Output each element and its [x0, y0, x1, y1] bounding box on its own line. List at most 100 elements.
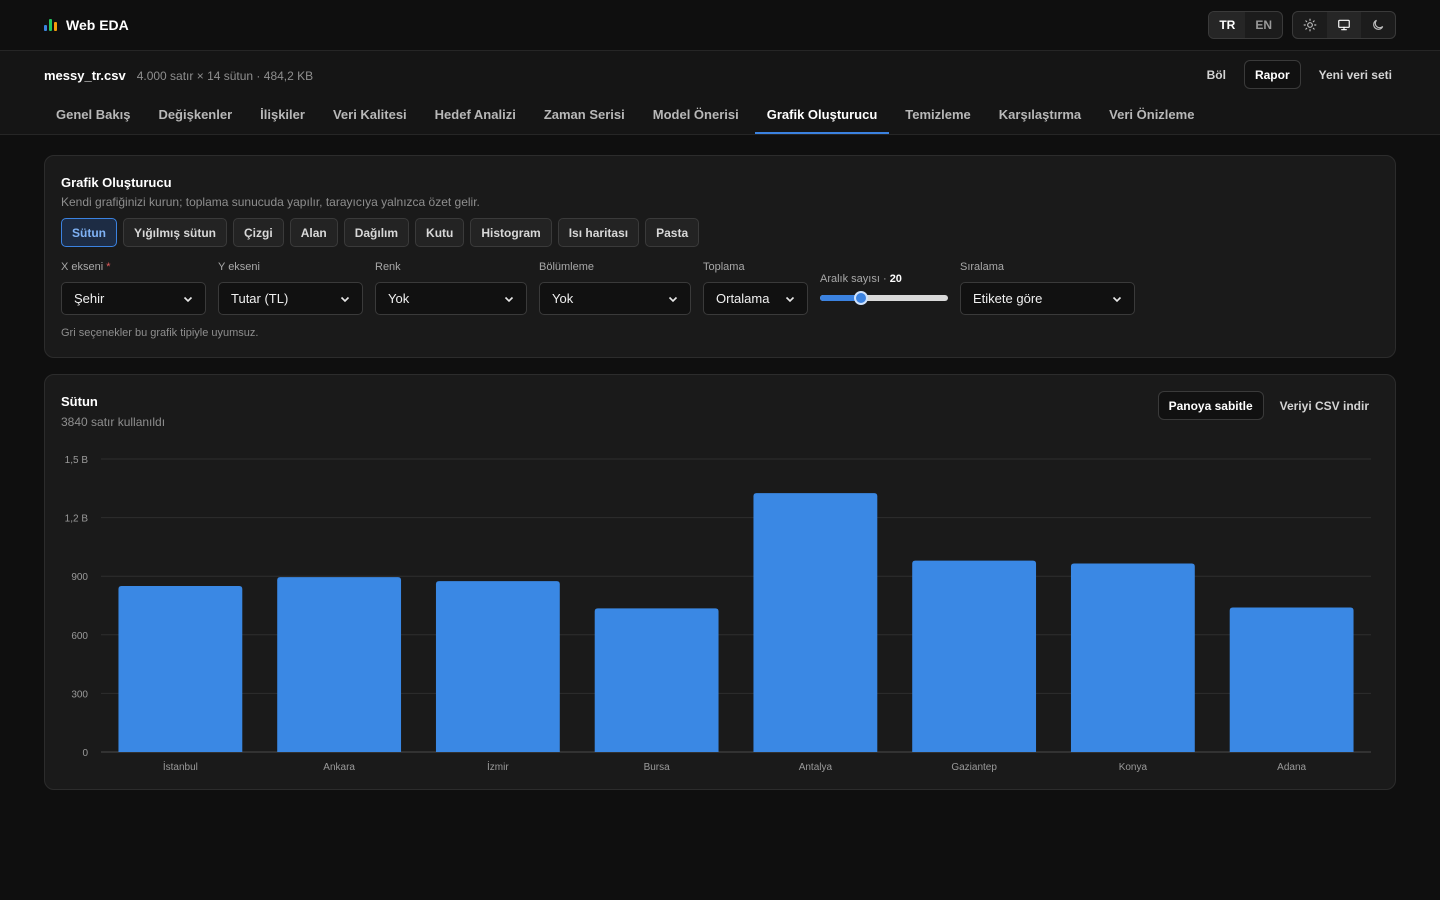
bar: [912, 560, 1037, 752]
new-dataset-button[interactable]: Yeni veri seti: [1315, 68, 1396, 82]
language-switcher: TR EN: [1208, 11, 1283, 39]
tab-data-preview[interactable]: Veri Önizleme: [1097, 96, 1206, 134]
bins-slider-fill: [820, 295, 859, 301]
tab-chart-builder[interactable]: Grafik Oluşturucu: [754, 96, 890, 134]
x-axis-select[interactable]: Şehir: [61, 282, 206, 315]
bar: [753, 493, 878, 752]
tab-model-suggestion[interactable]: Model Önerisi: [641, 96, 751, 134]
sort-control: Sıralama Etikete göre: [960, 261, 1135, 315]
tab-variables[interactable]: Değişkenler: [146, 96, 244, 134]
compatibility-note: Gri seçenekler bu grafik tipiyle uyumsuz…: [61, 327, 259, 339]
tab-time-series[interactable]: Zaman Serisi: [532, 96, 637, 134]
x-tick-label: Konya: [1119, 762, 1148, 773]
color-label: Renk: [375, 261, 401, 273]
y-tick-label: 0: [82, 748, 88, 759]
tab-data-quality[interactable]: Veri Kalitesi: [321, 96, 419, 134]
bins-slider-handle[interactable]: [854, 291, 869, 305]
x-tick-label: İzmir: [487, 760, 509, 773]
sort-label: Sıralama: [960, 261, 1005, 273]
brand[interactable]: Web EDA: [44, 17, 129, 33]
type-stacked-bar-button[interactable]: Yığılmış sütun: [123, 218, 228, 247]
y-tick-label: 1,2 B: [65, 514, 89, 525]
download-csv-button[interactable]: Veriyi CSV indir: [1270, 399, 1379, 413]
theme-switcher: [1292, 11, 1396, 39]
chevron-down-icon: [785, 296, 795, 302]
tab-target-analysis[interactable]: Hedef Analizi: [423, 96, 528, 134]
type-bar-button[interactable]: Sütun: [61, 218, 117, 247]
theme-system-button[interactable]: [1327, 12, 1361, 38]
aggregation-select[interactable]: Ortalama: [703, 282, 808, 315]
file-info: messy_tr.csv 4.000 satır × 14 sütun · 48…: [44, 68, 313, 83]
report-button[interactable]: Rapor: [1243, 60, 1301, 89]
bar: [118, 585, 243, 752]
app-title: Web EDA: [66, 17, 129, 33]
tab-overview[interactable]: Genel Bakış: [44, 96, 142, 134]
main-tabs: Genel Bakış Değişkenler İlişkiler Veri K…: [44, 96, 1210, 134]
type-box-button[interactable]: Kutu: [415, 218, 465, 247]
chevron-down-icon: [183, 296, 193, 302]
lang-tr-button[interactable]: TR: [1209, 12, 1246, 38]
sort-select[interactable]: Etikete göre: [960, 282, 1135, 315]
theme-dark-button[interactable]: [1361, 12, 1395, 38]
bar: [435, 581, 560, 752]
bar-chart-icon: [44, 19, 57, 31]
lang-en-button[interactable]: EN: [1245, 12, 1282, 38]
chart-builder-card: Grafik Oluşturucu Kendi grafiğinizi kuru…: [44, 155, 1396, 358]
bins-slider[interactable]: [820, 291, 948, 305]
top-bar: Web EDA TR EN: [0, 0, 1440, 51]
file-meta: 4.000 satır × 14 sütun · 484,2 KB: [136, 69, 314, 83]
y-axis-select[interactable]: Tutar (TL): [218, 282, 363, 315]
monitor-icon: [1338, 19, 1350, 31]
y-axis-label: Y ekseni: [218, 261, 260, 273]
x-tick-label: Ankara: [323, 762, 355, 773]
x-tick-label: Gaziantep: [951, 762, 997, 773]
tab-comparison[interactable]: Karşılaştırma: [987, 96, 1093, 134]
color-select[interactable]: Yok: [375, 282, 527, 315]
type-area-button[interactable]: Alan: [289, 218, 338, 247]
tab-cleaning[interactable]: Temizleme: [893, 96, 983, 134]
theme-light-button[interactable]: [1293, 12, 1327, 38]
type-histogram-button[interactable]: Histogram: [470, 218, 552, 247]
type-scatter-button[interactable]: Dağılım: [343, 218, 410, 247]
x-tick-label: Antalya: [799, 762, 833, 773]
bar-chart: 0 300 600 900 1,2 B 1,5 B İstanbul Ankara İzmir B…: [65, 455, 1371, 773]
chevron-down-icon: [340, 296, 350, 302]
file-name: messy_tr.csv: [44, 68, 126, 83]
y-tick-label: 600: [71, 631, 88, 642]
chart-actions: Panoya sabitle Veriyi CSV indir: [1157, 391, 1379, 420]
y-axis-control: Y ekseni Tutar (TL): [218, 261, 363, 315]
chevron-down-icon: [1112, 296, 1122, 302]
tab-relationships[interactable]: İlişkiler: [248, 96, 317, 134]
x-axis-control: X ekseni * Şehir: [61, 261, 206, 315]
dataset-header: messy_tr.csv 4.000 satır × 14 sütun · 48…: [0, 51, 1440, 135]
chevron-down-icon: [504, 296, 514, 302]
pin-to-dashboard-button[interactable]: Panoya sabitle: [1157, 391, 1264, 420]
facet-control: Bölümleme Yok: [539, 261, 691, 315]
type-pie-button[interactable]: Pasta: [645, 218, 700, 247]
y-tick-label: 1,5 B: [65, 455, 89, 466]
aggregation-control: Toplama Ortalama: [703, 261, 808, 315]
y-tick-label: 900: [71, 572, 88, 583]
builder-subtitle: Kendi grafiğinizi kurun; toplama sunucud…: [61, 195, 480, 209]
top-controls: TR EN: [1208, 11, 1396, 39]
builder-title: Grafik Oluşturucu: [61, 175, 172, 190]
chart-subtitle: 3840 satır kullanıldı: [61, 415, 166, 429]
bar: [1229, 607, 1354, 752]
file-actions: Böl Rapor Yeni veri seti: [1203, 60, 1396, 89]
moon-icon: [1373, 19, 1384, 30]
facet-select[interactable]: Yok: [539, 282, 691, 315]
x-tick-label: Bursa: [644, 762, 671, 773]
bins-label: Aralık sayısı · 20: [820, 273, 902, 285]
x-axis-label: X ekseni *: [61, 261, 111, 273]
bar: [1070, 563, 1195, 752]
sun-icon: [1303, 18, 1317, 32]
split-button[interactable]: Böl: [1203, 68, 1230, 82]
bins-control: Aralık sayısı · 20: [820, 273, 948, 305]
type-line-button[interactable]: Çizgi: [233, 218, 284, 247]
type-heatmap-button[interactable]: Isı haritası: [557, 218, 640, 247]
chart-title: Sütun: [61, 394, 98, 409]
x-tick-label: Adana: [1277, 762, 1306, 773]
aggregation-label: Toplama: [703, 261, 745, 273]
x-tick-label: İstanbul: [163, 760, 198, 773]
bar: [277, 577, 402, 752]
